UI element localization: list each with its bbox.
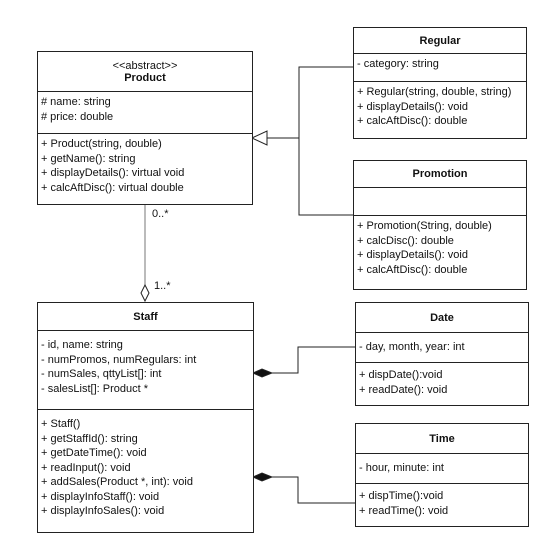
attribute: - hour, minute: int [359, 462, 444, 474]
methods-section: + Regular(string, double, string) + disp… [354, 82, 526, 132]
method: + addSales(Product *, int): void [41, 476, 193, 488]
attributes-section: - id, name: string - numPromos, numRegul… [38, 331, 253, 410]
methods-section: + Product(string, double) + getName(): s… [38, 134, 252, 198]
class-time: Time - hour, minute: int + dispTime():vo… [355, 423, 529, 527]
class-name: Regular [419, 34, 461, 47]
method: + displayInfoStaff(): void [41, 490, 160, 503]
method: + getName(): string [41, 152, 136, 165]
class-name: Staff [133, 310, 158, 323]
attribute: - id, name: string [41, 339, 123, 351]
attributes-section: - category: string [354, 54, 526, 82]
method: + readDate(): void [359, 383, 448, 396]
method: + calcAftDisc(): double [357, 263, 468, 276]
attributes-section: - hour, minute: int [356, 454, 528, 484]
attribute: - day, month, year: int [359, 341, 465, 353]
generalization-connector [250, 66, 353, 216]
class-date: Date - day, month, year: int + dispDate(… [355, 302, 529, 406]
method: + getDateTime(): void [41, 447, 147, 459]
method: + dispDate():void [359, 369, 443, 381]
attribute: - numSales, qttyList[]: int [41, 368, 162, 380]
method: + Regular(string, double, string) [357, 86, 512, 98]
methods-section: + Promotion(String, double) + calcDisc()… [354, 216, 526, 280]
class-stereotype: <<abstract>> [112, 59, 178, 72]
attributes-section: # name: string # price: double [38, 92, 252, 134]
method: + displayDetails(): void [357, 249, 468, 261]
attribute: - numPromos, numRegulars: int [41, 353, 197, 366]
class-name: Promotion [412, 168, 468, 180]
methods-section: + dispTime():void + readTime(): void [356, 484, 528, 521]
attribute: # name: string [41, 96, 111, 108]
method: + getStaffId(): string [41, 432, 138, 445]
method: + Promotion(String, double) [357, 220, 492, 232]
method: + calcAftDisc(): virtual double [41, 181, 184, 194]
uml-class-diagram: 0..* 1..* <<abstract>> Product # name: s… [0, 0, 536, 552]
method: + readInput(): void [41, 461, 131, 474]
attribute: - category: string [357, 58, 439, 70]
class-staff: Staff - id, name: string - numPromos, nu… [37, 302, 254, 533]
method: + readTime(): void [359, 504, 449, 517]
composition-diamond-icon [251, 472, 274, 482]
method: + Product(string, double) [41, 138, 162, 150]
method: + calcDisc(): double [357, 234, 454, 247]
multiplicity-staff: 1..* [154, 280, 171, 292]
method: + displayInfoSales(): void [41, 505, 165, 517]
attributes-section: - day, month, year: int [356, 333, 528, 363]
attribute: # price: double [41, 110, 114, 123]
class-product: <<abstract>> Product # name: string # pr… [37, 51, 253, 205]
method: + displayDetails(): void [357, 100, 468, 113]
methods-section: + dispDate():void + readDate(): void [356, 363, 528, 400]
class-promotion: Promotion + Promotion(String, double) + … [353, 160, 527, 290]
class-name: Date [430, 311, 454, 324]
methods-section: + Staff() + getStaffId(): string + getDa… [38, 410, 253, 522]
attributes-section [354, 188, 526, 216]
composition-connector-date [251, 346, 355, 378]
composition-connector-time [251, 472, 355, 504]
class-regular: Regular - category: string + Regular(str… [353, 27, 527, 139]
multiplicity-product: 0..* [152, 208, 169, 220]
method: + Staff() [41, 418, 81, 430]
composition-diamond-icon [251, 368, 274, 378]
inheritance-arrow-icon [250, 130, 268, 146]
method: + dispTime():void [359, 490, 444, 502]
attribute: - salesList[]: Product * [41, 382, 148, 395]
aggregation-diamond-icon [140, 283, 150, 303]
aggregation-connector [140, 204, 150, 303]
class-name: Product [124, 71, 166, 84]
method: + calcAftDisc(): double [357, 115, 468, 127]
method: + displayDetails(): virtual void [41, 167, 185, 179]
class-name: Time [429, 432, 455, 445]
